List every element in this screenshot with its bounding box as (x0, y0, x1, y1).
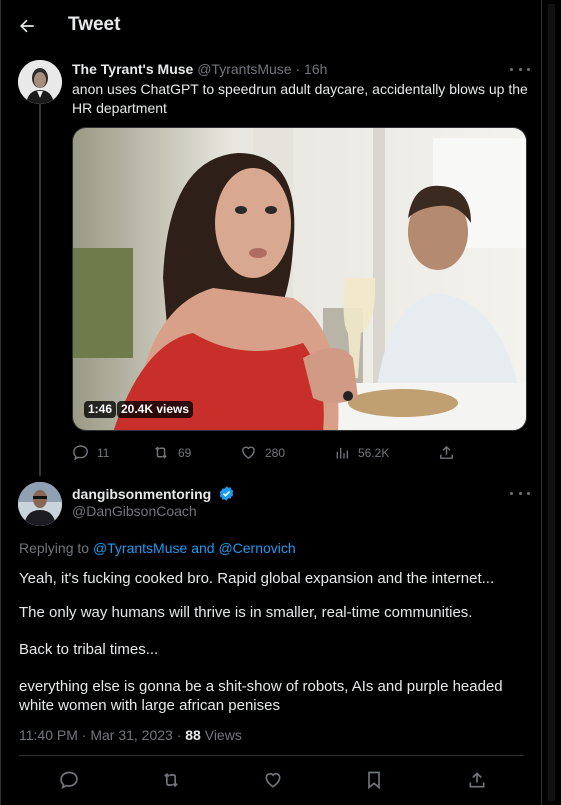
scrollbar[interactable] (542, 0, 561, 805)
replying-to: Replying to @TyrantsMuse and @Cernovich (19, 540, 296, 556)
tweet2-timestamp[interactable]: 11:40 PM · Mar 31, 2023 · (19, 727, 181, 743)
retweet-icon (164, 772, 178, 788)
tweet1-author-name[interactable]: The Tyrant's Muse (72, 61, 193, 77)
reply-icon (73, 445, 88, 461)
views-count: 56.2K (358, 445, 390, 460)
views-action[interactable]: 56.2K (334, 444, 389, 461)
reply-mention-1[interactable]: @TyrantsMuse (93, 540, 187, 556)
bookmark-icon (368, 771, 380, 790)
reply-button[interactable] (59, 770, 79, 790)
tweet1-author-handle[interactable]: @TyrantsMuse (197, 61, 291, 77)
tweet1-header: The Tyrant's Muse @TyrantsMuse · 16h (72, 61, 327, 77)
share-button[interactable] (467, 770, 487, 790)
tweet2-author-handle[interactable]: @DanGibsonCoach (72, 503, 197, 519)
video-duration-badge: 1:46 (84, 401, 117, 418)
arrow-left-icon (20, 19, 34, 33)
retweet-count: 69 (178, 445, 192, 460)
retweet-action[interactable]: 69 (152, 444, 191, 461)
tweet1-video[interactable] (72, 127, 527, 431)
retweet-icon (155, 446, 167, 459)
reply-action[interactable]: 11 (72, 444, 109, 461)
tweet2-view-count: 88 (185, 727, 201, 743)
tweet2-actions (1, 765, 543, 797)
tweet2-meta: 11:40 PM · Mar 31, 2023 · 88 Views (19, 727, 242, 743)
share-icon (469, 772, 485, 788)
tweet2-author-name-row: dangibsonmentoring (72, 485, 235, 502)
tweet2-views-label: Views (204, 727, 242, 743)
tweet1-text: anon uses ChatGPT to speedrun adult dayc… (72, 81, 528, 116)
retweet-button[interactable] (161, 770, 181, 790)
heart-icon (242, 446, 255, 460)
thread-line (39, 104, 41, 476)
tweet2-paragraph: The only way humans will thrive is in sm… (19, 604, 473, 621)
tweet2-more-button[interactable] (510, 488, 530, 498)
divider (19, 755, 524, 756)
tweet2-paragraph: Yeah, it's fucking cooked bro. Rapid glo… (19, 570, 495, 587)
tweet1-separator: · (295, 61, 301, 77)
scrollbar-thumb[interactable] (548, 4, 555, 801)
page-title: Tweet (68, 14, 121, 35)
like-button[interactable] (263, 770, 283, 790)
verified-badge-icon (219, 486, 234, 501)
tweet2-paragraph: Back to tribal times... (19, 641, 159, 658)
video-views-badge: 20.4K views (117, 401, 194, 418)
video-thumbnail (73, 128, 526, 430)
tweet2-author-name[interactable]: dangibsonmentoring (72, 486, 211, 502)
share-action[interactable] (438, 444, 455, 461)
page-header: Tweet (1, 0, 543, 52)
tweet2-paragraph: everything else is gonna be a shit-show … (19, 678, 503, 714)
tweet1-more-button[interactable] (510, 64, 530, 74)
tweet1-avatar[interactable] (18, 60, 62, 104)
replying-label: Replying to (19, 540, 90, 556)
bookmark-button[interactable] (364, 770, 384, 790)
reply-icon (60, 771, 78, 790)
reply-mention-and: and (191, 540, 215, 556)
like-action[interactable]: 280 (240, 444, 285, 461)
tweet-page: Tweet The Tyrant's Muse @TyrantsMuse · 1… (0, 0, 542, 805)
heart-icon (265, 772, 281, 788)
reply-mention-2[interactable]: @Cernovich (218, 540, 295, 556)
tweet1-actions: 11 69 280 56.2K (72, 442, 527, 462)
tweet1-time[interactable]: 16h (304, 61, 327, 77)
like-count: 280 (265, 445, 286, 460)
tweet2-avatar[interactable] (18, 482, 62, 526)
analytics-icon (336, 447, 348, 459)
share-icon (440, 445, 453, 459)
back-button[interactable] (15, 14, 39, 38)
reply-count: 11 (97, 445, 110, 460)
